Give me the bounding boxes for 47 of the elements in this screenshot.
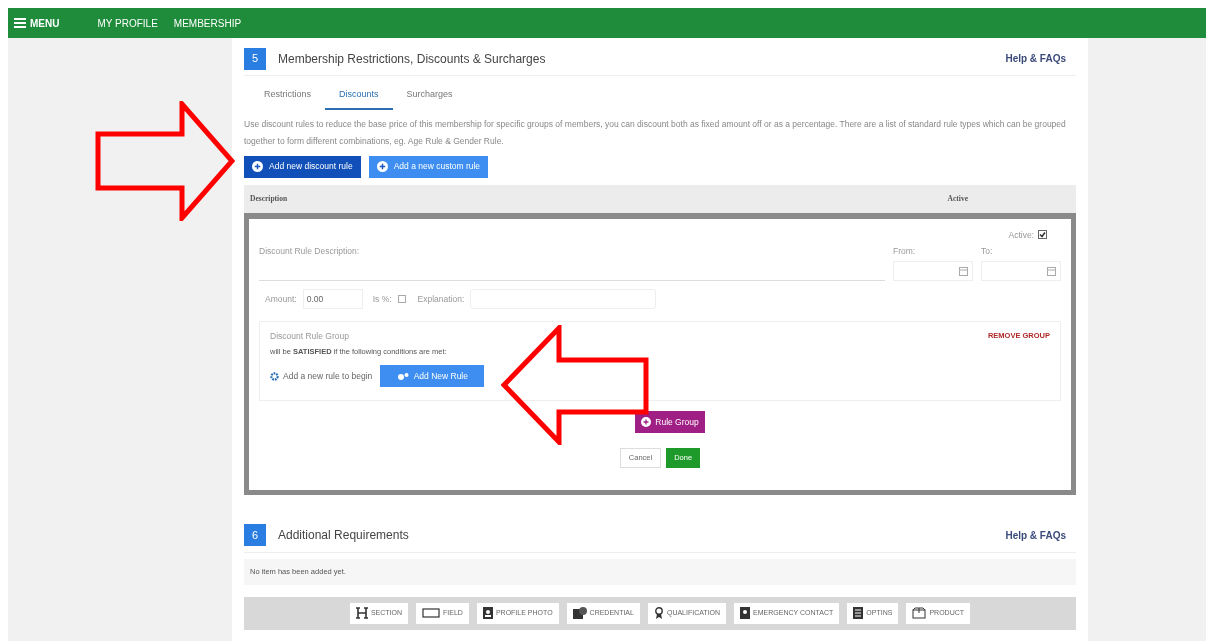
plus-circle-icon xyxy=(376,161,388,172)
menu-icon xyxy=(14,18,26,28)
contact-card-icon xyxy=(740,607,751,619)
heading-icon xyxy=(355,607,368,619)
step-number: 5 xyxy=(244,47,266,70)
nav-link[interactable]: MEMBERSHIP xyxy=(173,15,242,31)
field-label: Discount Rule Description: xyxy=(259,245,361,258)
field-label: To: xyxy=(981,245,994,258)
text-field-icon xyxy=(422,608,441,618)
plus-circle-icon xyxy=(252,161,263,172)
tab[interactable]: Surcharges xyxy=(392,82,467,110)
intro-text: Use discount rules to reduce the base price of this membership for specific groups of members, you can discount both as fixed amount off or as a percentage. There are a list of standard rule types which can be grouped together to form different combinations, eg. Age Rule & Gender Rule. xyxy=(244,117,1067,148)
badge-icon xyxy=(572,607,587,619)
group-title: Discount Rule Group xyxy=(270,330,349,343)
field-label: From: xyxy=(893,245,917,258)
menu-button[interactable]: MENU xyxy=(14,15,60,31)
field-label: Is %: xyxy=(372,292,392,306)
tab[interactable]: Restrictions xyxy=(250,82,325,110)
calendar-icon xyxy=(1047,266,1056,276)
add-rule-button[interactable]: Add a new custom rule xyxy=(368,155,489,178)
field-label: Explanation: xyxy=(417,292,465,306)
step-number: 6 xyxy=(244,524,266,546)
hint-text: Add a new rule to begin xyxy=(283,369,373,383)
box-icon xyxy=(912,607,927,619)
calendar-icon xyxy=(959,266,968,276)
settings-icon xyxy=(270,371,279,381)
help-link[interactable]: Help & FAQs xyxy=(1005,51,1066,66)
section-title: Additional Requirements xyxy=(278,527,409,544)
id-card-icon xyxy=(482,607,493,619)
field-label: Amount: xyxy=(265,292,297,306)
date-field[interactable] xyxy=(893,261,973,281)
percent-checkbox[interactable] xyxy=(397,295,406,303)
add-rule-button[interactable]: Add new discount rule xyxy=(244,155,361,178)
date-field[interactable] xyxy=(981,261,1061,281)
ribbon-icon xyxy=(653,607,664,619)
amount-field[interactable]: 0.00 xyxy=(302,289,363,309)
rule-group-button[interactable]: Rule Group xyxy=(635,411,705,433)
active-label: Active: xyxy=(1008,228,1034,242)
section-title: Membership Restrictions, Discounts & Surcharges xyxy=(278,50,546,68)
check-icon xyxy=(1039,231,1046,239)
plus-circle-icon xyxy=(641,417,652,427)
add-new-rule-button[interactable]: Add New Rule xyxy=(380,365,485,387)
help-link[interactable]: Help & FAQs xyxy=(1005,527,1066,543)
tab[interactable]: Discounts xyxy=(325,82,393,110)
document-icon xyxy=(853,607,864,619)
nav-link[interactable]: MY PROFILE xyxy=(97,15,158,31)
active-checkbox[interactable] xyxy=(1038,230,1047,240)
